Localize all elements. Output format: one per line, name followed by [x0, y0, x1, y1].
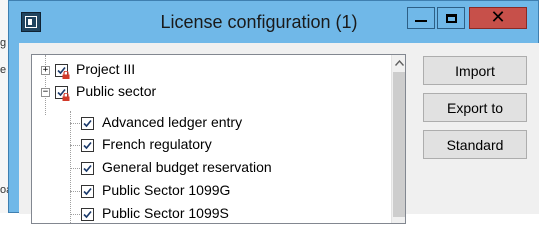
tree-node-public-sector[interactable]: − Public sector [32, 81, 387, 103]
tree-node-label: General budget reservation [102, 159, 272, 175]
title-bar[interactable]: License configuration (1) ✕ [9, 1, 539, 43]
close-icon: ✕ [490, 7, 506, 28]
maximize-button[interactable] [437, 7, 465, 29]
app-icon[interactable] [21, 12, 41, 32]
chevron-up-icon [395, 59, 404, 66]
license-configuration-dialog: License configuration (1) ✕ + Project II… [8, 0, 539, 224]
checkbox[interactable] [81, 208, 94, 221]
lock-icon [62, 71, 70, 79]
tree-node-general-budget-reservation[interactable]: General budget reservation [32, 157, 387, 179]
lock-icon [62, 93, 70, 101]
tree-node-label: Advanced ledger entry [102, 114, 243, 130]
collapse-icon[interactable]: − [41, 88, 50, 97]
checkbox[interactable] [81, 185, 94, 198]
minimize-button[interactable] [407, 7, 435, 29]
tree-node-public-sector-1099s[interactable]: Public Sector 1099S [32, 203, 387, 223]
import-button[interactable]: Import [423, 56, 527, 85]
export-to-button[interactable]: Export to [423, 93, 527, 122]
vertical-scrollbar[interactable] [391, 55, 405, 223]
tree-node-label: Project III [76, 61, 136, 77]
checkbox[interactable] [81, 139, 94, 152]
tree-node-project-iii[interactable]: + Project III [32, 59, 387, 81]
minimize-icon [415, 20, 427, 22]
dialog-client-area: + Project III − Public sector Advanced l… [19, 43, 539, 224]
scrollbar-thumb[interactable] [393, 72, 405, 217]
maximize-icon [445, 13, 457, 23]
tree-node-french-regulatory[interactable]: French regulatory [32, 134, 387, 156]
tree-node-advanced-ledger-entry[interactable]: Advanced ledger entry [32, 112, 387, 134]
background-text-fragment: g [0, 37, 7, 49]
tree-node-label: Public Sector 1099S [102, 205, 229, 221]
scroll-up-button[interactable] [392, 55, 405, 70]
tree-node-label: Public Sector 1099G [102, 182, 231, 198]
license-tree[interactable]: + Project III − Public sector Advanced l… [31, 54, 406, 224]
standard-button[interactable]: Standard [423, 130, 527, 159]
tree-node-public-sector-1099g[interactable]: Public Sector 1099G [32, 180, 387, 202]
tree-node-label: Public sector [76, 83, 157, 99]
checkbox[interactable] [81, 162, 94, 175]
close-button[interactable]: ✕ [469, 7, 527, 29]
checkbox[interactable] [81, 117, 94, 130]
window-title: License configuration (1) [160, 12, 358, 32]
expand-icon[interactable]: + [41, 66, 50, 75]
background-text-fragment: e [0, 64, 7, 76]
tree-node-label: French regulatory [102, 136, 212, 152]
